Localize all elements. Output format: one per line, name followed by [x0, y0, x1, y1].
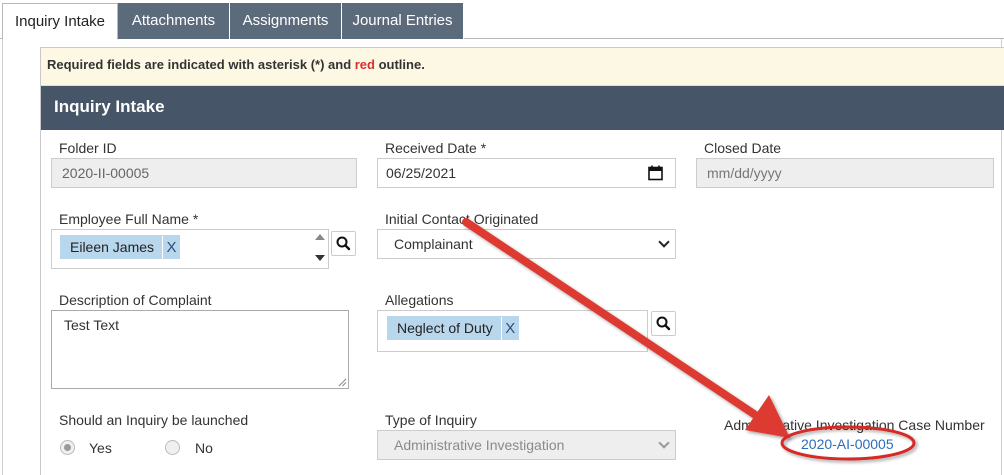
- description-value: Test Text: [64, 317, 119, 333]
- employee-tag-label: Eileen James: [70, 239, 155, 255]
- notice-red-word: red: [354, 57, 375, 72]
- notice-text: Required fields are indicated with aster…: [47, 57, 355, 72]
- employee-tag: Eileen James X: [60, 235, 181, 260]
- tab-inquiry-intake[interactable]: Inquiry Intake: [2, 3, 118, 40]
- employee-full-name-label: Employee Full Name *: [59, 211, 199, 227]
- description-label: Description of Complaint: [59, 292, 212, 308]
- initial-contact-label: Initial Contact Originated: [385, 211, 539, 227]
- tab-assignments[interactable]: Assignments: [230, 3, 342, 39]
- required-fields-notice: Required fields are indicated with aster…: [41, 48, 1004, 86]
- received-date-value: 06/25/2021: [386, 165, 457, 181]
- received-date-input[interactable]: 06/25/2021: [377, 158, 676, 188]
- employee-search-button[interactable]: [331, 231, 356, 256]
- allegations-label: Allegations: [385, 292, 454, 308]
- type-of-inquiry-value: Administrative Investigation: [394, 437, 565, 453]
- inquiry-launched-no-radio[interactable]: [165, 440, 180, 455]
- allegation-tag-remove-button[interactable]: X: [500, 317, 519, 341]
- closed-date-label: Closed Date: [704, 140, 782, 156]
- closed-date-field: mm/dd/yyyy: [696, 158, 994, 188]
- notice-text-end: outline.: [374, 57, 425, 72]
- initial-contact-value: Complainant: [394, 236, 473, 252]
- case-number-label: Administrative Investigation Case Number: [724, 417, 985, 433]
- resize-handle-icon[interactable]: [338, 378, 347, 387]
- section-title: Inquiry Intake: [41, 86, 1004, 130]
- spinner-down-icon[interactable]: [315, 255, 325, 261]
- type-of-inquiry-select: Administrative Investigation: [377, 430, 676, 460]
- allegation-tag: Neglect of Duty X: [387, 316, 519, 341]
- type-of-inquiry-label: Type of Inquiry: [385, 412, 477, 428]
- inquiry-launched-yes-label[interactable]: Yes: [89, 440, 112, 456]
- search-icon: [656, 316, 671, 331]
- inquiry-launched-no-label[interactable]: No: [195, 440, 213, 456]
- inquiry-launched-yes-radio[interactable]: [60, 440, 75, 455]
- folder-id-label: Folder ID: [59, 140, 117, 156]
- initial-contact-select[interactable]: Complainant: [377, 229, 676, 259]
- tab-bar: Inquiry Intake Attachments Assignments J…: [0, 0, 1004, 40]
- employee-scroll-spinner[interactable]: [313, 229, 327, 267]
- description-textarea[interactable]: Test Text: [51, 310, 349, 389]
- received-date-label: Received Date *: [385, 140, 487, 156]
- tab-attachments[interactable]: Attachments: [118, 3, 230, 39]
- tab-journal-entries[interactable]: Journal Entries: [342, 3, 464, 39]
- employee-tag-remove-button[interactable]: X: [162, 236, 180, 260]
- case-number-link[interactable]: 2020-AI-00005: [801, 436, 894, 452]
- spinner-up-icon[interactable]: [315, 234, 325, 240]
- search-icon: [336, 236, 351, 251]
- allegation-tag-label: Neglect of Duty: [397, 320, 493, 336]
- inquiry-launched-label: Should an Inquiry be launched: [59, 412, 249, 428]
- allegations-search-button[interactable]: [651, 311, 676, 336]
- calendar-icon[interactable]: [648, 165, 663, 181]
- folder-id-field: 2020-II-00005: [51, 158, 357, 188]
